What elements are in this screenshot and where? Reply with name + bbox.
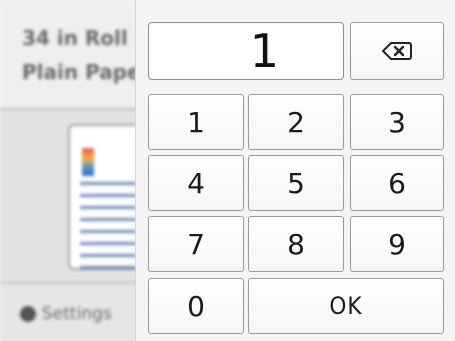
numeric-keypad: 1 1 2 3 4 5 6 7 8 9 0 OK	[135, 0, 455, 341]
key-2[interactable]: 2	[248, 94, 344, 150]
media-size-text: 34 in Roll	[22, 26, 128, 50]
settings-label: Settings	[42, 304, 112, 324]
key-1[interactable]: 1	[148, 94, 244, 150]
key-8[interactable]: 8	[248, 216, 344, 272]
background-panel: 34 in Roll Plain Paper Settings	[0, 0, 150, 341]
media-info-area: 34 in Roll Plain Paper	[0, 0, 150, 108]
preview-area	[0, 110, 148, 282]
screen: 34 in Roll Plain Paper Settings 1 1 2 3 …	[0, 0, 455, 341]
ok-button[interactable]: OK	[248, 278, 444, 334]
key-4[interactable]: 4	[148, 155, 244, 211]
key-3[interactable]: 3	[350, 94, 444, 150]
text-lines	[80, 182, 136, 278]
display-value: 1	[249, 24, 279, 78]
backspace-button[interactable]	[350, 22, 444, 80]
key-0[interactable]: 0	[148, 278, 244, 334]
gear-icon	[20, 306, 36, 322]
settings-bar: Settings	[0, 282, 140, 341]
key-6[interactable]: 6	[350, 155, 444, 211]
image-block	[82, 148, 94, 176]
media-type-text: Plain Paper	[22, 60, 151, 84]
number-display: 1	[148, 22, 344, 80]
key-9[interactable]: 9	[350, 216, 444, 272]
key-5[interactable]: 5	[248, 155, 344, 211]
backspace-icon	[382, 42, 412, 60]
key-7[interactable]: 7	[148, 216, 244, 272]
